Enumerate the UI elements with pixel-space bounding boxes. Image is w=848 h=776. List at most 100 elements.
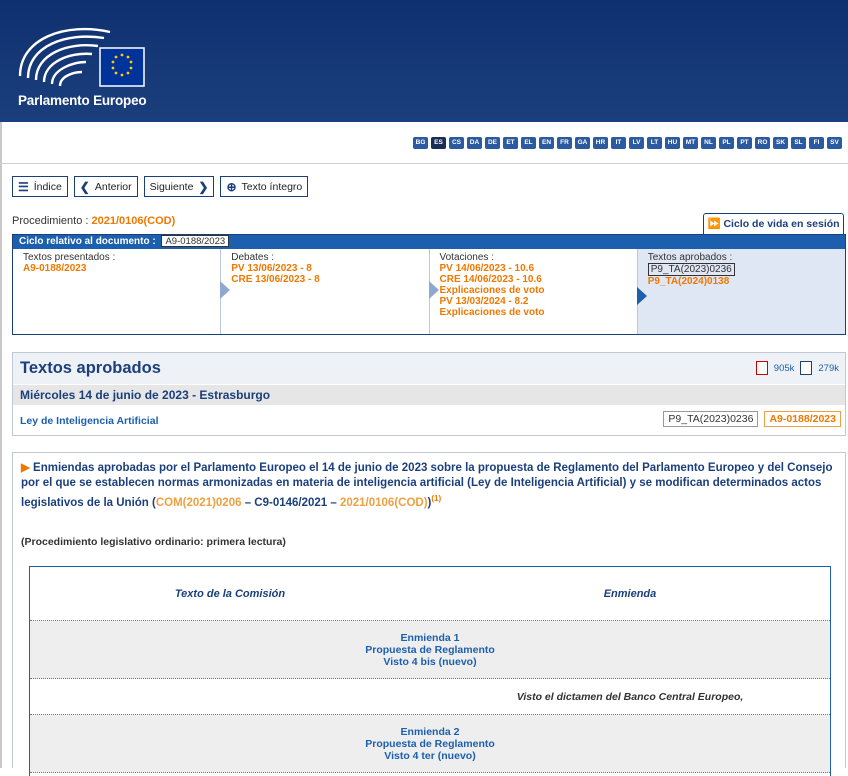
amendment-column-header: Enmienda (603, 587, 657, 600)
language-sv[interactable]: SV (827, 137, 842, 149)
footnote-link[interactable]: (1) (431, 494, 441, 503)
language-mt[interactable]: MT (683, 137, 698, 149)
cycle-column: Textos presentados : A9-0188/2023 (13, 249, 222, 334)
cycle-column-title: Textos presentados : (23, 252, 116, 263)
language-selector: BG ES CS DA DE ET EL EN FR GA HR IT LV LT HU MT NL PL PT RO… (413, 137, 842, 149)
arrow-icon (636, 287, 647, 305)
cycle-header: Ciclo relativo al documento : A9-0188/20… (13, 235, 845, 249)
language-es[interactable]: ES (431, 137, 446, 149)
pdf-icon[interactable] (755, 361, 768, 375)
amendment-2-citation: Visto 4 ter (nuevo) (384, 749, 476, 762)
forward-icon: ⏩ (707, 218, 724, 230)
cycle-link[interactable]: Explicaciones de voto (440, 307, 627, 318)
cycle-link[interactable]: A9-0188/2023 (23, 263, 210, 274)
amendment-1-number: Enmienda 1 (400, 631, 460, 644)
amendment-1-proposal: Propuesta de Reglamento (365, 643, 495, 656)
language-pt[interactable]: PT (737, 137, 752, 149)
cycle-column-title: Debates : (231, 252, 275, 263)
word-size[interactable]: 279k (818, 363, 839, 374)
left-edge (0, 122, 2, 768)
arrow-icon (220, 281, 231, 299)
amendment-1-row: Visto el dictamen del Banco Central Euro… (30, 679, 830, 715)
session-date: Miércoles 14 de junio de 2023 - Estrasbu… (13, 384, 845, 405)
language-fr[interactable]: FR (557, 137, 572, 149)
plus-circle-icon: ⊕ (226, 179, 237, 194)
language-et[interactable]: ET (503, 137, 518, 149)
cycle-body: Textos presentados : A9-0188/2023 Debates … (13, 249, 845, 334)
adopted-texts-section: Textos aprobados 905k 279k Miércoles 14 … (12, 352, 846, 436)
language-ro[interactable]: RO (755, 137, 770, 149)
language-lt[interactable]: LT (647, 137, 662, 149)
language-da[interactable]: DA (467, 137, 482, 149)
cycle-column: Textos aprobados : P9_TA(2023)0236 P9_TA(2… (636, 249, 845, 334)
procedure-link[interactable]: 2021/0106(COD) (91, 215, 175, 227)
cycle-column-title: Textos aprobados : (647, 252, 733, 263)
language-hr[interactable]: HR (593, 137, 608, 149)
life-cycle-button[interactable]: ⏩ Ciclo de vida en sesión (703, 213, 844, 234)
language-cs[interactable]: CS (449, 137, 464, 149)
index-label: Índice (33, 180, 62, 193)
language-nl[interactable]: NL (701, 137, 716, 149)
cycle-link[interactable]: PV 14/06/2023 - 10.6 (440, 263, 627, 274)
language-hu[interactable]: HU (665, 137, 680, 149)
section-title: Textos aprobados (20, 359, 161, 377)
language-ga[interactable]: GA (575, 137, 590, 149)
cycle-column: Debates : PV 13/06/2023 - 8 CRE 13/06/2023… (220, 249, 430, 334)
cod-link[interactable]: 2021/0106(COD) (340, 497, 428, 509)
language-en[interactable]: EN (539, 137, 554, 149)
commission-column-header: Texto de la Comisión (174, 587, 286, 600)
language-el[interactable]: EL (521, 137, 536, 149)
amendments-table: Texto de la Comisión Enmienda Enmienda 1… (29, 566, 831, 776)
language-pl[interactable]: PL (719, 137, 734, 149)
cycle-link[interactable]: Explicaciones de voto (440, 285, 627, 296)
law-title: Ley de Inteligencia Artificial (20, 414, 159, 427)
com-link[interactable]: COM(2021)0206 (156, 497, 242, 509)
cycle-link[interactable]: P9_TA(2024)0138 (648, 276, 835, 287)
divider (0, 163, 848, 164)
previous-label: Anterior (94, 180, 132, 193)
cycle-column: Votaciones : PV 14/06/2023 - 10.6 CRE 14/0… (428, 249, 638, 334)
language-lv[interactable]: LV (629, 137, 644, 149)
ta-reference: P9_TA(2023)0236 (663, 411, 759, 427)
pdf-size[interactable]: 905k (774, 363, 795, 374)
full-text-label: Texto íntegro (241, 180, 303, 193)
previous-button[interactable]: ❮ Anterior (73, 176, 138, 197)
cycle-column-title: Votaciones : (439, 252, 494, 263)
list-icon: ☰ (18, 179, 29, 194)
language-bg[interactable]: BG (413, 137, 428, 149)
index-button[interactable]: ☰ Índice (12, 176, 68, 197)
full-text-button[interactable]: ⊕ Texto íntegro (220, 176, 309, 197)
amendment-1-citation: Visto 4 bis (nuevo) (383, 655, 477, 668)
intro-mid: – C9-0146/2021 – (241, 496, 340, 509)
procedure: Procedimiento : 2021/0106(COD) (12, 215, 175, 227)
next-button[interactable]: Siguiente ❯ (143, 176, 215, 197)
language-sk[interactable]: SK (773, 137, 788, 149)
procedure-type: (Procedimiento legislativo ordinario: pr… (21, 536, 286, 548)
intro-title: ▶ Enmiendas aprobadas por el Parlamento … (21, 461, 841, 511)
amendment-2-number: Enmienda 2 (400, 725, 460, 738)
cycle-header-tag: A9-0188/2023 (161, 235, 230, 247)
language-de[interactable]: DE (485, 137, 500, 149)
language-it[interactable]: IT (611, 137, 626, 149)
triangle-bullet-icon: ▶ (21, 462, 34, 474)
next-label: Siguiente (149, 180, 194, 193)
word-icon[interactable] (800, 361, 813, 375)
reference-tags: P9_TA(2023)0236 A9-0188/2023 (663, 411, 841, 427)
amendment-1-amendment-text: Visto el dictamen del Banco Central Euro… (516, 691, 744, 703)
life-cycle-label: Ciclo de vida en sesión (723, 218, 840, 230)
section-header: Textos aprobados (13, 353, 845, 384)
cycle-link[interactable]: CRE 13/06/2023 - 8 (231, 274, 418, 285)
cycle-link[interactable]: CRE 14/06/2023 - 10.6 (440, 274, 627, 285)
cycle-link[interactable]: PV 13/06/2023 - 8 (231, 263, 418, 274)
report-reference-link[interactable]: A9-0188/2023 (764, 411, 841, 427)
cycle-header-label: Ciclo relativo al documento : (19, 236, 159, 247)
cycle-link[interactable]: PV 13/03/2024 - 8.2 (440, 296, 627, 307)
cycle-current-doc: P9_TA(2023)0236 (647, 263, 735, 276)
document-body: ▶ Enmiendas aprobadas por el Parlamento … (12, 452, 846, 776)
language-sl[interactable]: SL (791, 137, 806, 149)
chevron-left-icon: ❮ (79, 179, 90, 194)
procedure-label: Procedimiento : (12, 215, 92, 227)
document-cycle-panel: Ciclo relativo al documento : A9-0188/20… (12, 234, 846, 335)
language-fi[interactable]: FI (809, 137, 824, 149)
table-header: Texto de la Comisión Enmienda (30, 567, 830, 621)
